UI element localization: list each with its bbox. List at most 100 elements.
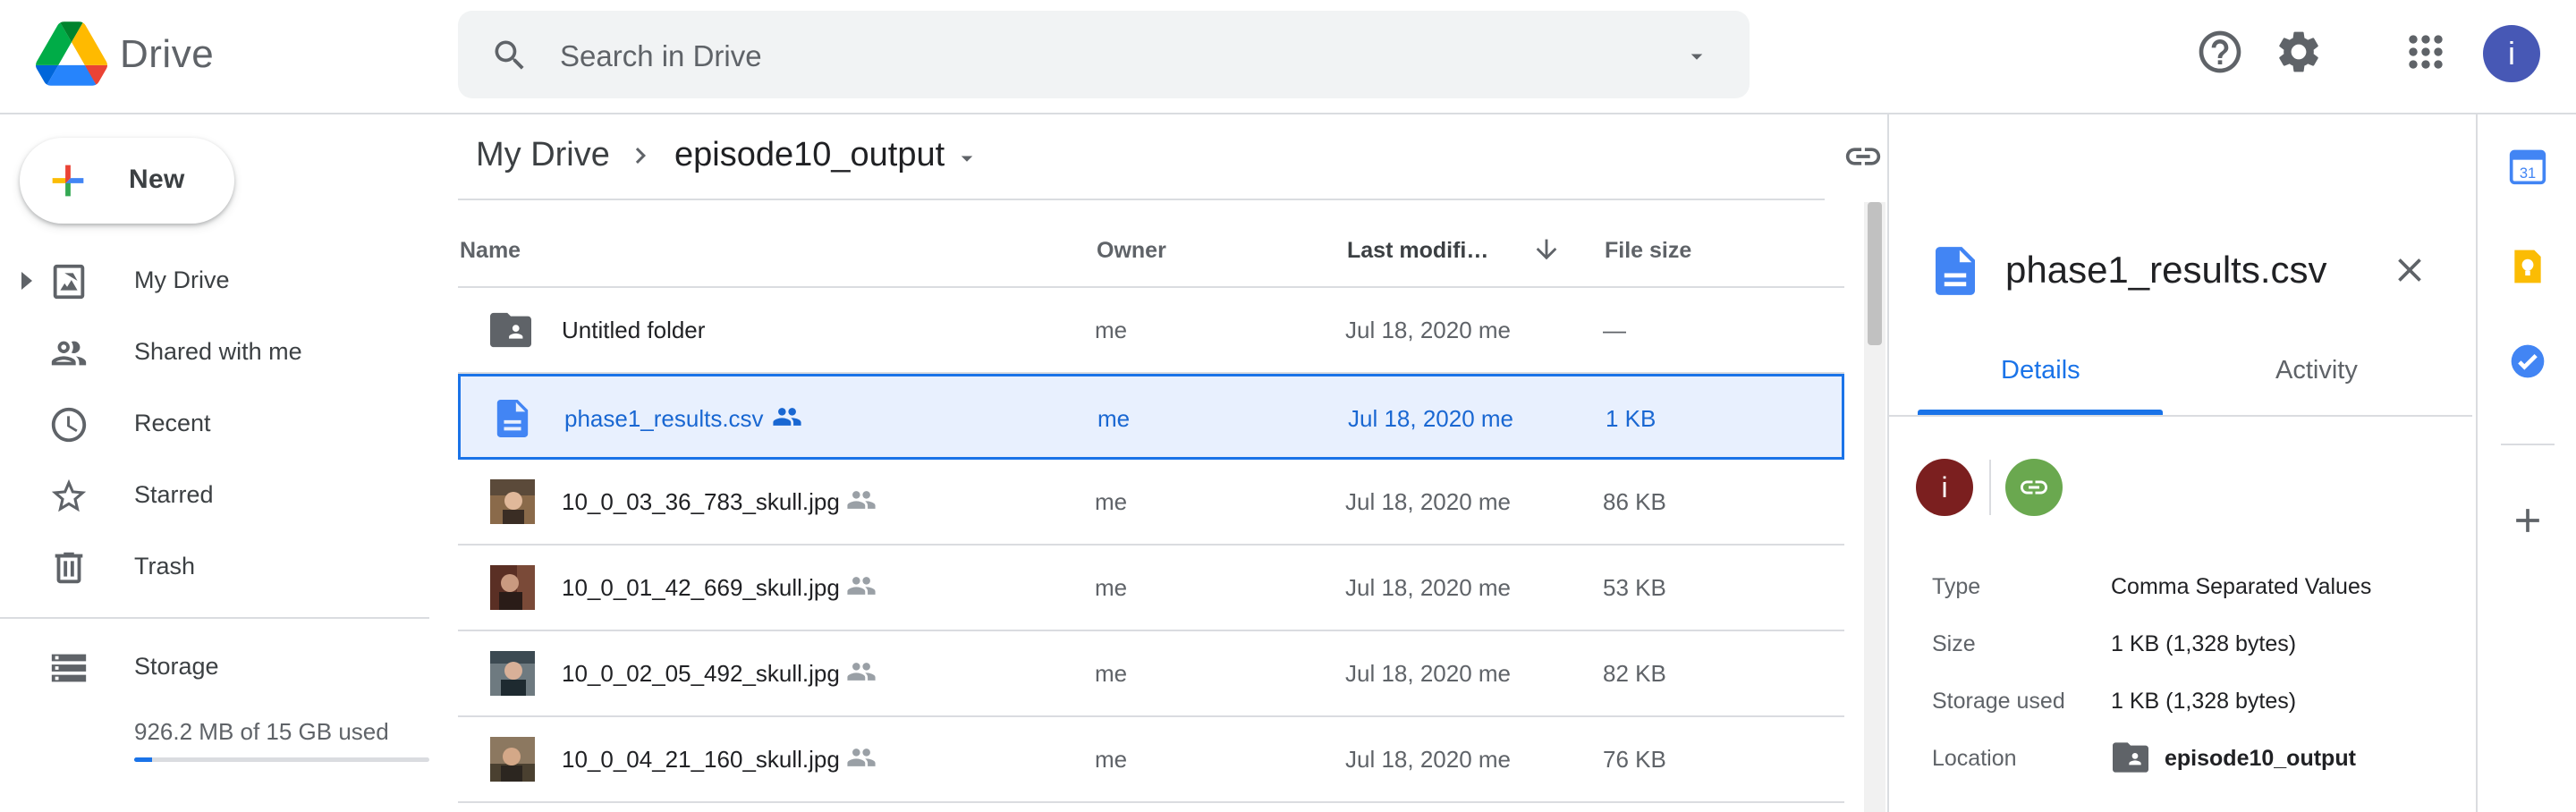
trash-icon bbox=[55, 552, 83, 584]
storage-progress-fill bbox=[134, 757, 153, 762]
list-item[interactable]: 10_0_04_21_160_skull.jpg me Jul 18, 2020… bbox=[458, 717, 1844, 803]
close-icon[interactable] bbox=[2390, 250, 2429, 290]
column-header-name[interactable]: Name bbox=[460, 238, 521, 264]
sidebar-item-label: Starred bbox=[134, 481, 214, 508]
calendar-icon[interactable]: 31 bbox=[2508, 147, 2547, 186]
sidebar-item-my-drive[interactable]: My Drive bbox=[0, 245, 429, 317]
file-list: Name Owner Last modifi… File size Untitl… bbox=[458, 202, 1846, 812]
file-last-modified: Jul 18, 2020 me bbox=[1345, 746, 1512, 773]
tab-activity[interactable]: Activity bbox=[2275, 356, 2358, 385]
people-icon bbox=[51, 341, 87, 366]
brand-name: Drive bbox=[120, 32, 215, 76]
storage-progress-bar bbox=[134, 757, 429, 762]
expand-caret-icon[interactable] bbox=[21, 272, 36, 290]
sidebar-item-storage[interactable]: Storage bbox=[0, 631, 429, 703]
link-icon bbox=[1845, 148, 1881, 165]
shared-people-icon bbox=[847, 491, 876, 509]
scrollbar-thumb[interactable] bbox=[1868, 202, 1882, 345]
file-owner: me bbox=[1097, 405, 1131, 432]
link-sharing-button[interactable] bbox=[2005, 459, 2063, 516]
owner-avatar[interactable]: i bbox=[1916, 459, 1973, 516]
file-last-modified: Jul 18, 2020 me bbox=[1348, 405, 1514, 432]
side-panel-divider bbox=[2501, 444, 2555, 445]
sidebar-item-label: Recent bbox=[134, 410, 211, 436]
search-input[interactable]: Search in Drive bbox=[560, 39, 762, 73]
breadcrumb-current-folder[interactable]: episode10_output bbox=[674, 136, 945, 174]
chevron-down-icon[interactable] bbox=[953, 145, 980, 172]
file-owner: me bbox=[1095, 574, 1128, 601]
file-size: 86 KB bbox=[1603, 488, 1666, 515]
tab-details[interactable]: Details bbox=[2001, 356, 2080, 385]
help-icon[interactable] bbox=[2195, 27, 2245, 77]
list-item[interactable]: phase1_results.csv me Jul 18, 2020 me 1 … bbox=[458, 374, 1844, 460]
settings-gear-icon[interactable] bbox=[2274, 27, 2324, 77]
column-header-owner: Owner bbox=[1097, 238, 1166, 263]
file-owner: me bbox=[1095, 317, 1128, 343]
prop-value-size: 1 KB (1,328 bytes) bbox=[2111, 631, 2297, 656]
search-icon[interactable] bbox=[490, 36, 530, 75]
search-bar[interactable]: Search in Drive bbox=[458, 11, 1750, 98]
file-name[interactable]: 10_0_03_36_783_skull.jpg bbox=[562, 488, 840, 516]
document-icon bbox=[496, 400, 529, 437]
sidebar-item-label: Shared with me bbox=[134, 338, 302, 365]
storage-icon bbox=[51, 654, 87, 682]
file-size: 76 KB bbox=[1603, 746, 1666, 773]
clock-icon bbox=[51, 407, 87, 443]
sidebar-item-starred[interactable]: Starred bbox=[0, 460, 429, 531]
file-last-modified: Jul 18, 2020 me bbox=[1345, 660, 1512, 687]
tasks-icon[interactable] bbox=[2508, 342, 2547, 381]
sidebar-item-shared-with-me[interactable]: Shared with me bbox=[0, 317, 429, 388]
shared-people-icon bbox=[847, 663, 876, 681]
prop-label-type: Type bbox=[1932, 574, 1981, 599]
file-name[interactable]: phase1_results.csv bbox=[564, 405, 764, 433]
list-item[interactable]: Untitled folder me Jul 18, 2020 me — bbox=[458, 288, 1844, 374]
image-thumbnail bbox=[490, 479, 535, 524]
shared-people-icon bbox=[847, 749, 876, 766]
column-header-file-size: File size bbox=[1605, 238, 1692, 263]
prop-value-type: Comma Separated Values bbox=[2111, 574, 2372, 599]
prop-value-location[interactable]: episode10_output bbox=[2165, 746, 2356, 772]
breadcrumb: My Drive episode10_output bbox=[458, 114, 1825, 200]
plus-icon bbox=[52, 165, 84, 197]
top-bar: Drive Search in Drive i bbox=[0, 0, 2576, 114]
column-header-last-modified[interactable]: Last modifi… bbox=[1347, 238, 1488, 264]
file-name[interactable]: 10_0_01_42_669_skull.jpg bbox=[562, 574, 840, 602]
shared-folder-icon bbox=[2113, 742, 2148, 773]
new-button[interactable]: New bbox=[20, 138, 234, 224]
star-icon bbox=[51, 478, 87, 512]
file-name[interactable]: Untitled folder bbox=[562, 317, 705, 344]
prop-value-storage-used: 1 KB (1,328 bytes) bbox=[2111, 689, 2297, 714]
add-addon-icon[interactable] bbox=[2508, 501, 2547, 540]
file-size: 53 KB bbox=[1603, 574, 1666, 601]
sidebar-item-trash[interactable]: Trash bbox=[0, 531, 429, 603]
sort-arrow-down-icon[interactable] bbox=[1531, 234, 1562, 265]
file-size: 82 KB bbox=[1603, 660, 1666, 687]
file-size: — bbox=[1603, 317, 1626, 343]
file-name[interactable]: 10_0_04_21_160_skull.jpg bbox=[562, 746, 840, 774]
sidebar-item-label: Trash bbox=[134, 553, 196, 579]
account-avatar[interactable]: i bbox=[2483, 25, 2540, 82]
chevron-right-icon bbox=[635, 148, 646, 164]
list-header: Name Owner Last modifi… File size bbox=[458, 202, 1844, 288]
file-last-modified: Jul 18, 2020 me bbox=[1345, 574, 1512, 601]
search-options-icon[interactable] bbox=[1683, 43, 1710, 70]
file-last-modified: Jul 18, 2020 me bbox=[1345, 488, 1512, 515]
side-panel: 31 bbox=[2476, 114, 2576, 812]
list-item[interactable]: 10_0_03_36_783_skull.jpg me Jul 18, 2020… bbox=[458, 460, 1844, 546]
prop-label-size: Size bbox=[1932, 631, 1976, 656]
breadcrumb-root[interactable]: My Drive bbox=[476, 136, 610, 174]
image-thumbnail bbox=[490, 565, 535, 610]
list-item[interactable]: 10_0_02_05_492_skull.jpg me Jul 18, 2020… bbox=[458, 631, 1844, 717]
active-tab-indicator bbox=[1918, 410, 2163, 415]
calendar-day: 31 bbox=[2520, 165, 2536, 182]
apps-grid-icon[interactable] bbox=[2401, 27, 2451, 77]
drive-icon bbox=[53, 264, 85, 300]
file-name[interactable]: 10_0_02_05_492_skull.jpg bbox=[562, 660, 840, 688]
get-link-button[interactable] bbox=[1834, 127, 1893, 186]
keep-icon[interactable] bbox=[2508, 247, 2547, 286]
drive-logo-icon[interactable] bbox=[36, 21, 107, 86]
list-item[interactable]: 10_0_01_42_669_skull.jpg me Jul 18, 2020… bbox=[458, 546, 1844, 631]
details-title: phase1_results.csv bbox=[2005, 249, 2327, 291]
sidebar-item-recent[interactable]: Recent bbox=[0, 388, 429, 460]
prop-label-storage-used: Storage used bbox=[1932, 689, 2065, 714]
